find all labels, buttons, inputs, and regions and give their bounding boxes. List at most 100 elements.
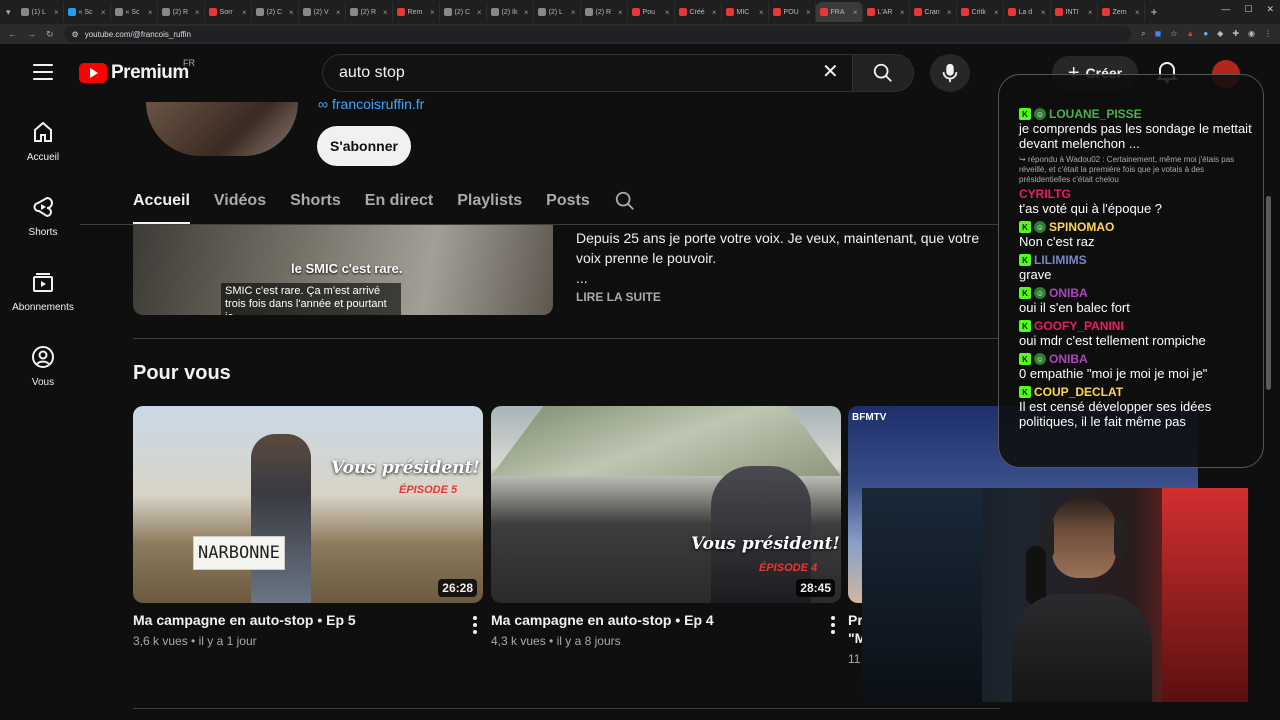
close-tab-icon[interactable]: × — [430, 8, 435, 17]
extension-shield-icon[interactable]: ◆ — [1217, 29, 1223, 39]
channel-avatar[interactable] — [146, 102, 298, 156]
search-button[interactable] — [852, 54, 914, 92]
close-tab-icon[interactable]: × — [101, 8, 106, 17]
browser-tab[interactable]: (2) L × — [534, 2, 581, 22]
bookmark-star-icon[interactable]: ☆ — [1170, 29, 1177, 39]
profile-icon[interactable]: ◉ — [1248, 29, 1255, 39]
tab-shorts[interactable]: Shorts — [290, 180, 341, 224]
close-tab-icon[interactable]: × — [900, 8, 905, 17]
browser-tab[interactable]: (2) R × — [158, 2, 205, 22]
search-input[interactable]: auto stop — [322, 54, 852, 92]
browser-tab[interactable]: (2) R × — [581, 2, 628, 22]
tab-videos[interactable]: Vidéos — [214, 180, 266, 224]
browser-tab[interactable]: (1) L × — [17, 2, 64, 22]
sidebar-item-home[interactable]: Accueil — [0, 120, 86, 163]
video-title[interactable]: Ma campagne en auto-stop • Ep 4 — [491, 612, 811, 628]
close-tab-icon[interactable]: × — [1088, 8, 1093, 17]
close-tab-icon[interactable]: × — [759, 8, 764, 17]
extension-blue-icon[interactable]: ● — [1203, 29, 1208, 39]
browser-tab[interactable]: INTI × — [1051, 2, 1098, 22]
youtube-premium-logo[interactable]: Premium FR — [79, 58, 195, 84]
channel-search-button[interactable] — [614, 180, 636, 217]
browser-tab[interactable]: L'AR × — [863, 2, 910, 22]
video-thumbnail[interactable]: Vous président! ÉPISODE 4 28:45 — [491, 406, 841, 603]
close-tab-icon[interactable]: × — [289, 8, 294, 17]
extensions-puzzle-icon[interactable]: ✚ — [1232, 29, 1239, 39]
browser-tab[interactable]: Sorr × — [205, 2, 252, 22]
video-title[interactable]: Ma campagne en auto-stop • Ep 5 — [133, 612, 453, 628]
more-options-icon[interactable] — [831, 616, 835, 634]
back-icon[interactable]: ← — [8, 29, 17, 39]
tab-live[interactable]: En direct — [365, 180, 433, 224]
tab-posts[interactable]: Posts — [546, 180, 590, 224]
close-tab-icon[interactable]: × — [618, 8, 623, 17]
close-window-icon[interactable]: ✕ — [1266, 4, 1274, 15]
close-tab-icon[interactable]: × — [1135, 8, 1140, 17]
close-tab-icon[interactable]: × — [524, 8, 529, 17]
browser-tab[interactable]: Rem × — [393, 2, 440, 22]
video-thumbnail[interactable]: NARBONNE Vous président! ÉPISODE 5 26:28 — [133, 406, 483, 603]
close-tab-icon[interactable]: × — [195, 8, 200, 17]
browser-tab[interactable]: Créé × — [675, 2, 722, 22]
translate-icon[interactable]: ◼ — [1155, 29, 1162, 39]
browser-tab[interactable]: (2) R × — [346, 2, 393, 22]
sidebar-item-shorts[interactable]: Shorts — [0, 195, 86, 238]
read-more-link[interactable]: LIRE LA SUITE — [576, 290, 661, 304]
browser-tab[interactable]: POU × — [769, 2, 816, 22]
browser-tab[interactable]: (2) C × — [440, 2, 487, 22]
close-tab-icon[interactable]: × — [712, 8, 717, 17]
close-tab-icon[interactable]: × — [54, 8, 59, 17]
browser-tab[interactable]: Zem × — [1098, 2, 1145, 22]
tab-home[interactable]: Accueil — [133, 180, 190, 224]
zoom-icon[interactable]: ⌕ — [1141, 29, 1145, 39]
browser-tab[interactable]: Cran × — [910, 2, 957, 22]
new-tab-button[interactable]: + — [1145, 5, 1164, 19]
channel-website-link[interactable]: ∞ francoisruffin.fr — [318, 96, 424, 112]
browser-tab[interactable]: Pou × — [628, 2, 675, 22]
site-info-icon[interactable]: ⚙ — [72, 30, 79, 39]
menu-icon[interactable] — [33, 64, 53, 80]
tab-playlists[interactable]: Playlists — [457, 180, 522, 224]
windshield-view — [491, 406, 841, 476]
browser-tab[interactable]: (2) C × — [252, 2, 299, 22]
maximize-icon[interactable]: ☐ — [1244, 4, 1252, 15]
browser-tab[interactable]: (2) V × — [299, 2, 346, 22]
url-field[interactable]: ⚙ youtube.com/@francois_ruffin — [63, 26, 1132, 42]
browser-menu-icon[interactable]: ⋮ — [1264, 29, 1272, 39]
close-tab-icon[interactable]: × — [947, 8, 952, 17]
close-tab-icon[interactable]: × — [242, 8, 247, 17]
close-tab-icon[interactable]: × — [571, 8, 576, 17]
close-tab-icon[interactable]: × — [853, 8, 858, 17]
sidebar-item-you[interactable]: Vous — [0, 345, 86, 388]
more-options-icon[interactable] — [473, 616, 477, 634]
video-card[interactable]: Vous président! ÉPISODE 4 28:45 Ma campa… — [491, 406, 841, 648]
close-tab-icon[interactable]: × — [1041, 8, 1046, 17]
browser-tab[interactable]: « Sc × — [64, 2, 111, 22]
browser-tab[interactable]: Critk × — [957, 2, 1004, 22]
browser-tab[interactable]: La d × — [1004, 2, 1051, 22]
browser-tab[interactable]: FRA × — [815, 2, 863, 22]
extension-red-icon[interactable]: ▲ — [1186, 29, 1194, 39]
close-tab-icon[interactable]: × — [665, 8, 670, 17]
close-tab-icon[interactable]: × — [994, 8, 999, 17]
close-tab-icon[interactable]: × — [477, 8, 482, 17]
subscribe-button[interactable]: S'abonner — [317, 126, 411, 166]
close-tab-icon[interactable]: × — [336, 8, 341, 17]
close-tab-icon[interactable]: × — [383, 8, 388, 17]
minimize-icon[interactable]: — — [1221, 4, 1230, 15]
voice-search-button[interactable] — [930, 54, 970, 92]
browser-tab[interactable]: « Sc × — [111, 2, 158, 22]
clear-search-icon[interactable]: ✕ — [822, 62, 839, 82]
sidebar-item-subscriptions[interactable]: Abonnements — [0, 270, 86, 313]
featured-video-thumbnail[interactable]: le SMIC c'est rare. SMIC c'est rare. Ça … — [133, 225, 553, 315]
tab-list-icon[interactable]: ▾ — [0, 7, 17, 18]
close-tab-icon[interactable]: × — [806, 8, 811, 17]
video-card[interactable]: NARBONNE Vous président! ÉPISODE 5 26:28… — [133, 406, 483, 648]
forward-icon[interactable]: → — [27, 29, 36, 39]
browser-tab[interactable]: (2) Ik × — [487, 2, 534, 22]
close-tab-icon[interactable]: × — [148, 8, 153, 17]
kick-badge-icon: K — [1019, 386, 1031, 398]
page-scrollbar[interactable] — [1266, 196, 1271, 390]
browser-tab[interactable]: MIC × — [722, 2, 769, 22]
reload-icon[interactable]: ↻ — [46, 29, 54, 40]
